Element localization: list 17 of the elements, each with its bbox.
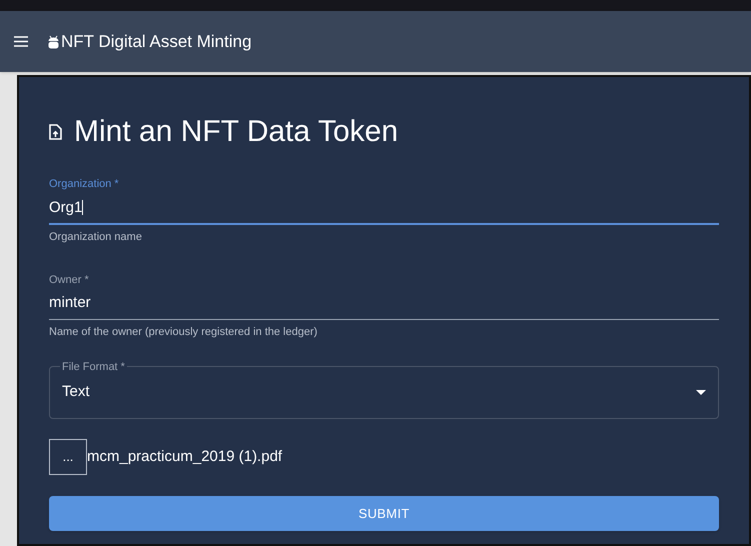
input-field[interactable]: Owner * minter [49,268,719,320]
dropdown-caret-icon [696,390,706,395]
android-icon [48,34,59,48]
helper-text: Organization name [49,230,143,245]
field-value: Org1 [49,198,84,218]
menu-icon[interactable] [14,36,28,47]
input-field[interactable]: Organization * Org1 [49,172,719,225]
field-value: Text [62,382,90,402]
file-upload-icon [49,124,62,140]
file-name: mcm_practicum_2019 (1).pdf [87,446,282,467]
field-label: Owner * [49,272,90,288]
form-title: Mint an NFT Data Token [74,114,398,150]
field-value: minter [49,293,92,313]
app-title: NFT Digital Asset Minting [61,30,252,53]
field-label: Organization * [49,177,120,192]
helper-text: Name of the owner (previously registered in the ledger) [49,324,318,340]
file-picker-button[interactable]: ... [49,439,87,475]
